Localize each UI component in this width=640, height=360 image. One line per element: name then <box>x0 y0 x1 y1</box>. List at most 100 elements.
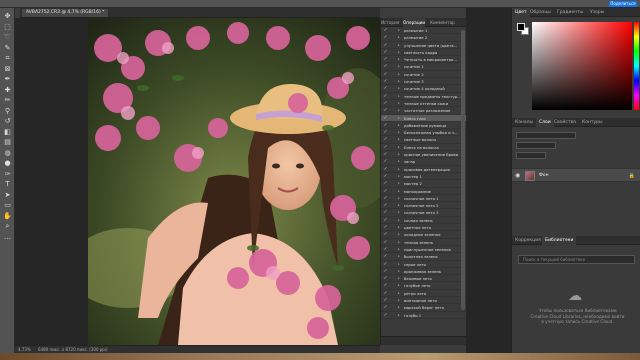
action-item[interactable]: ✓ ▸ Белоснежная улыбка и з... <box>381 129 467 137</box>
brush-icon[interactable]: ✏ <box>3 96 12 105</box>
expand-arrow-icon[interactable]: ▸ <box>398 297 400 304</box>
checkmark-icon[interactable]: ✓ <box>383 217 388 224</box>
action-item[interactable]: ✓ ▸ теплые оттенки кожи <box>381 100 467 108</box>
action-item[interactable]: ✓ ▸ мастер 2 <box>381 180 467 188</box>
action-item[interactable]: ✓ ▸ красивая дегенерация <box>381 166 467 173</box>
color-field[interactable] <box>532 22 632 110</box>
action-item[interactable]: ✓ ▸ красное увеличение брови <box>381 151 467 159</box>
checkmark-icon[interactable]: ✓ <box>383 63 388 70</box>
checkmark-icon[interactable]: ✓ <box>383 188 388 195</box>
expand-arrow-icon[interactable]: ▸ <box>398 180 400 187</box>
eyedropper-icon[interactable]: ✒ <box>3 75 12 84</box>
history-brush-icon[interactable]: ↺ <box>3 117 12 126</box>
hue-slider[interactable] <box>634 22 639 110</box>
expand-arrow-icon[interactable]: ▸ <box>398 268 400 275</box>
frame-icon[interactable]: ⊠ <box>3 65 12 74</box>
checkmark-icon[interactable]: ✓ <box>383 231 388 238</box>
checkmark-icon[interactable]: ✓ <box>383 122 388 129</box>
action-item[interactable]: ✓ ▸ загар <box>381 158 467 166</box>
action-item[interactable]: ✓ ▸ оранжевая зелень <box>381 268 467 276</box>
action-item[interactable]: ✓ ▸ холодное зеленое <box>381 231 467 239</box>
expand-arrow-icon[interactable]: ▸ <box>398 312 400 319</box>
expand-arrow-icon[interactable]: ▸ <box>398 122 400 129</box>
checkmark-icon[interactable]: ✓ <box>383 144 388 151</box>
checkmark-icon[interactable]: ✓ <box>383 246 388 253</box>
checkmark-icon[interactable]: ✓ <box>383 195 388 202</box>
expand-arrow-icon[interactable]: ▸ <box>398 71 400 78</box>
expand-arrow-icon[interactable]: ▸ <box>398 202 400 209</box>
checkmark-icon[interactable]: ✓ <box>383 49 388 56</box>
marquee-icon[interactable]: ⬚ <box>3 23 12 32</box>
checkmark-icon[interactable]: ✓ <box>383 304 388 311</box>
layer-row[interactable]: ◉ Фон 🔒 <box>512 168 640 182</box>
action-item[interactable]: ✓ ▸ морской берег лето <box>381 304 467 312</box>
tab-2[interactable]: Комментар <box>430 18 455 27</box>
checkmark-icon[interactable]: ✓ <box>383 42 388 49</box>
expand-arrow-icon[interactable]: ▸ <box>398 217 400 224</box>
action-item[interactable]: ✓ ▸ голубое лето <box>381 282 467 290</box>
expand-arrow-icon[interactable]: ▸ <box>398 231 400 238</box>
checkmark-icon[interactable]: ✓ <box>383 85 388 92</box>
checkmark-icon[interactable]: ✓ <box>383 297 388 304</box>
expand-arrow-icon[interactable]: ▸ <box>398 253 400 260</box>
hand-icon[interactable]: ✋ <box>3 212 12 221</box>
crop-icon[interactable]: ⌗ <box>3 54 12 63</box>
checkmark-icon[interactable]: ✓ <box>383 158 388 165</box>
action-item[interactable]: ✓ ▸ сочетие 2 <box>381 71 467 79</box>
pen-icon[interactable]: ✑ <box>3 170 12 179</box>
gradient-icon[interactable]: ▤ <box>3 138 12 147</box>
tab-1[interactable]: Образцы <box>527 8 554 17</box>
expand-arrow-icon[interactable]: ▸ <box>398 239 400 246</box>
blur-icon[interactable]: ◍ <box>3 149 12 158</box>
checkmark-icon[interactable]: ✓ <box>383 239 388 246</box>
expand-arrow-icon[interactable]: ▸ <box>398 93 400 100</box>
action-item[interactable]: ✓ ▸ сказочное лето 1 <box>381 195 467 203</box>
expand-arrow-icon[interactable]: ▸ <box>398 290 400 297</box>
expand-arrow-icon[interactable]: ▸ <box>398 27 400 34</box>
action-item[interactable]: ✓ ▸ теплая зелень <box>381 239 467 246</box>
action-item[interactable]: ✓ ▸ винтажное лето <box>381 297 467 305</box>
expand-arrow-icon[interactable]: ▸ <box>398 100 400 107</box>
action-item[interactable]: ✓ ▸ сочетие 3 <box>381 78 467 86</box>
action-item[interactable]: ✓ ▸ Четкость в микроконтра... <box>381 56 467 64</box>
expand-arrow-icon[interactable]: ▸ <box>398 42 400 49</box>
action-item[interactable]: ✓ ▸ монохромное <box>381 188 467 195</box>
action-item[interactable]: ✓ ▸ светлость кадра <box>381 49 467 57</box>
action-item[interactable]: ✓ ▸ сказочное лето 3 <box>381 209 467 217</box>
share-button[interactable]: Поделиться <box>609 1 637 7</box>
expand-arrow-icon[interactable]: ▸ <box>398 56 400 63</box>
expand-arrow-icon[interactable]: ▸ <box>398 275 400 282</box>
zoom-icon[interactable]: ⌕ <box>3 222 12 231</box>
action-item[interactable]: ✓ ▸ добавление румянца <box>381 122 467 130</box>
expand-arrow-icon[interactable]: ▸ <box>398 158 400 165</box>
tab-1[interactable]: Операции <box>403 18 426 27</box>
action-item[interactable]: ✓ ▸ Блеск на волосах <box>381 144 467 152</box>
checkmark-icon[interactable]: ✓ <box>383 268 388 275</box>
expand-arrow-icon[interactable]: ▸ <box>398 195 400 202</box>
document-image[interactable] <box>88 18 380 345</box>
foreground-color-swatch[interactable] <box>517 23 525 31</box>
stamp-icon[interactable]: ⚲ <box>3 107 12 116</box>
healing-icon[interactable]: ✚ <box>3 86 12 95</box>
expand-arrow-icon[interactable]: ▸ <box>398 224 400 231</box>
action-item[interactable]: ✓ ▸ голубь 1 <box>381 312 467 319</box>
mores-icon[interactable]: … <box>3 233 12 242</box>
tab-3[interactable]: Контуры <box>579 118 606 127</box>
action-item[interactable]: ✓ ▸ сочетие 4 холодный <box>381 85 467 93</box>
checkmark-icon[interactable]: ✓ <box>383 56 388 63</box>
expand-arrow-icon[interactable]: ▸ <box>398 49 400 56</box>
expand-arrow-icon[interactable]: ▸ <box>398 173 400 180</box>
actions-scrollbar[interactable] <box>461 30 465 310</box>
checkmark-icon[interactable]: ✓ <box>383 136 388 143</box>
action-item[interactable]: ✓ ▸ частотное разложение <box>381 107 467 115</box>
tab-0[interactable]: История <box>381 18 399 27</box>
action-item[interactable]: ✓ ▸ улучшение цвета (цвета... <box>381 42 467 49</box>
type-icon[interactable]: T <box>3 180 12 189</box>
lasso-icon[interactable]: ➰ <box>3 33 12 42</box>
expand-arrow-icon[interactable]: ▸ <box>398 129 400 136</box>
action-item[interactable]: ✓ ▸ размытие 1 <box>381 27 467 35</box>
tab-2[interactable]: Градиенты <box>554 8 586 17</box>
layer-filter-field[interactable] <box>516 132 576 139</box>
lock-options[interactable] <box>516 152 546 159</box>
expand-arrow-icon[interactable]: ▸ <box>398 304 400 311</box>
